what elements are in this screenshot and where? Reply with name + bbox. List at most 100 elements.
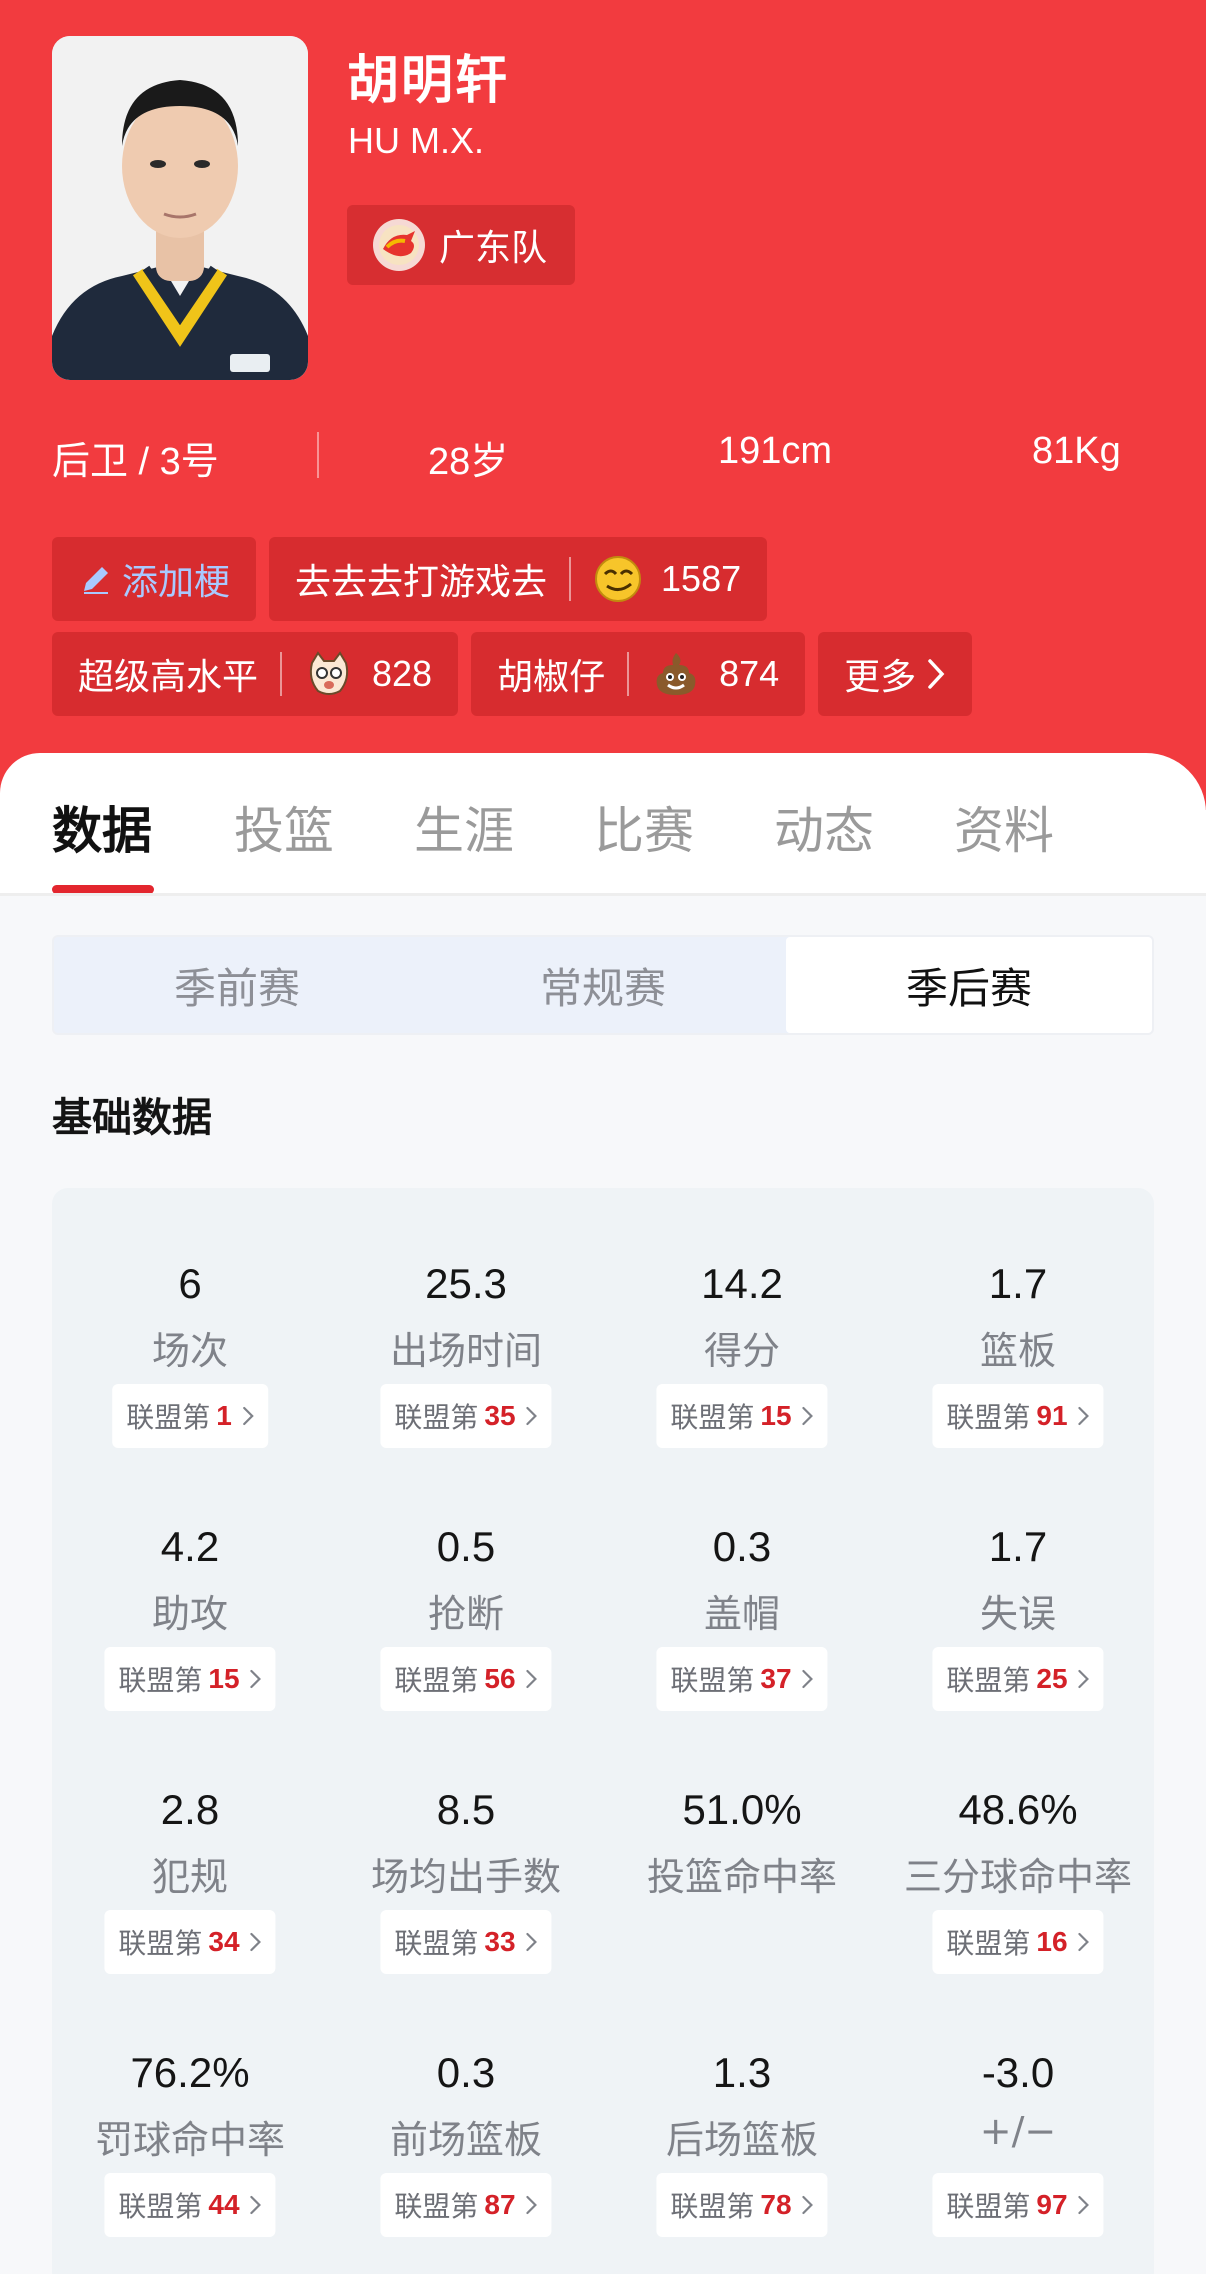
chevron-right-icon (802, 1669, 814, 1689)
chevron-right-icon (526, 2195, 538, 2215)
stat-value: 14.2 (701, 1260, 783, 1307)
rank-number: 1 (216, 1400, 232, 1431)
stat-label: 盖帽 (703, 1592, 780, 1636)
rank-number: 97 (1036, 2189, 1068, 2220)
meme-separator (280, 652, 283, 696)
meme-count: 1587 (661, 558, 742, 599)
rank-number: 34 (208, 1926, 240, 1957)
rank-prefix: 联盟第 (118, 2190, 203, 2223)
tab-career[interactable]: 生涯 (414, 791, 514, 863)
stat-label: 助攻 (151, 1592, 228, 1636)
rank-prefix: 联盟第 (394, 1664, 479, 1697)
league-rank-button[interactable]: 联盟第 78 (656, 2173, 828, 2237)
league-rank-button[interactable]: 联盟第 16 (932, 1910, 1104, 1974)
stat-value: 2.8 (160, 1786, 220, 1833)
stat-value: 0.3 (712, 1523, 772, 1570)
stat-cell: 76.2% 罚球命中率联盟第 44 (52, 2049, 328, 2274)
league-rank-button[interactable]: 联盟第 56 (380, 1647, 552, 1711)
league-rank-button[interactable]: 联盟第 34 (104, 1910, 276, 1974)
stat-cell: 1.3 后场篮板 联盟第 78 (604, 2049, 880, 2274)
stat-value: 25.3 (425, 1260, 507, 1307)
chevron-right-icon (526, 1406, 538, 1426)
rank-number: 37 (760, 1663, 792, 1694)
player-photo[interactable] (52, 36, 308, 380)
rank-prefix: 联盟第 (946, 1401, 1031, 1434)
league-rank-button[interactable]: 联盟第 15 (104, 1647, 276, 1711)
stat-cell: 2.8 犯规联盟第 34 (52, 1786, 328, 2050)
tab-bar: 数据 投篮 生涯 比赛 动态 资料 (0, 773, 1206, 894)
chevron-right-icon (250, 1932, 262, 1952)
position-number: 后卫 / 3号 (52, 441, 219, 483)
meme-tag[interactable]: 去去去打游戏去 1587 (269, 537, 768, 621)
league-rank-button[interactable]: 联盟第 25 (932, 1647, 1104, 1711)
league-rank-button[interactable]: 联盟第 91 (932, 1384, 1104, 1448)
stat-cell: 48.6% 三分球命中率联盟第 16 (880, 1786, 1156, 2050)
rank-number: 33 (484, 1926, 516, 1957)
stat-cell: 8.5 场均出手数联盟第 33 (328, 1786, 604, 2050)
stat-cell: 1.7 篮板 联盟第 91 (880, 1260, 1156, 1524)
stat-label: 三分球命中率 (903, 1855, 1132, 1899)
stat-value: 51.0% (682, 1786, 802, 1833)
chevron-right-icon (1078, 1932, 1090, 1952)
tab-shooting[interactable]: 投篮 (234, 791, 334, 863)
league-rank-button[interactable]: 联盟第 37 (656, 1647, 828, 1711)
stat-cell: -3.0 +/− 联盟第 97 (880, 2049, 1156, 2274)
chevron-right-icon (526, 1932, 538, 1952)
tab-feed[interactable]: 动态 (774, 791, 874, 863)
pencil-icon (84, 567, 108, 594)
rank-prefix: 联盟第 (118, 1927, 203, 1960)
meme-count: 828 (372, 653, 433, 694)
tab-data[interactable]: 数据 (52, 791, 152, 863)
team-chip[interactable]: 广东队 (347, 205, 576, 285)
stat-label: 罚球命中率 (94, 2118, 285, 2162)
tab-games[interactable]: 比赛 (594, 791, 694, 863)
league-rank-button[interactable]: 联盟第 44 (104, 2173, 276, 2237)
meme-text: 去去去打游戏去 (295, 562, 548, 603)
league-rank-button[interactable]: 联盟第 87 (380, 2173, 552, 2237)
league-rank-button[interactable]: 联盟第 33 (380, 1910, 552, 1974)
more-memes-button[interactable]: 更多 (818, 632, 973, 716)
player-name-english: HU M.X. (348, 120, 485, 161)
smirk-emoji-icon (595, 556, 642, 602)
season-regular[interactable]: 常规赛 (420, 937, 786, 1033)
player-bio-row: 后卫 / 3号 28岁 191cm 81Kg (52, 420, 1132, 490)
stat-cell: 4.2 助攻 联盟第 15 (52, 1523, 328, 1787)
player-portrait-image (52, 36, 308, 380)
stat-label: 场均出手数 (370, 1855, 561, 1899)
rank-number: 35 (484, 1400, 516, 1431)
rank-number: 15 (208, 1663, 240, 1694)
meme-row-2: 超级高水平 828 胡椒仔 874 更多 (52, 632, 973, 716)
season-type-switch: 季前赛 常规赛 季后赛 (52, 935, 1154, 1035)
league-rank-button[interactable]: 联盟第 35 (380, 1384, 552, 1448)
player-weight: 81Kg (1032, 430, 1121, 472)
stat-label: 犯规 (151, 1855, 228, 1899)
player-name: 胡明轩 (347, 51, 510, 111)
stat-label: 抢断 (427, 1592, 504, 1636)
chevron-right-icon (1078, 1669, 1090, 1689)
add-meme-button[interactable]: 添加梗 (52, 537, 257, 621)
meme-tag[interactable]: 超级高水平 828 (52, 632, 459, 716)
league-rank-button[interactable]: 联盟第 97 (932, 2173, 1104, 2237)
stat-value: 48.6% (958, 1786, 1078, 1833)
stat-value: 1.7 (988, 1523, 1048, 1570)
stat-value: -3.0 (981, 2049, 1055, 2096)
player-height: 191cm (718, 430, 833, 472)
stat-cell: 6 场次 联盟第 1 (52, 1260, 328, 1524)
stat-value: 76.2% (130, 2049, 250, 2096)
rank-prefix: 联盟第 (394, 1401, 479, 1434)
season-preseason[interactable]: 季前赛 (54, 937, 420, 1033)
league-rank-button[interactable]: 联盟第 1 (112, 1384, 268, 1448)
stat-label: 后场篮板 (665, 2118, 818, 2162)
league-rank-button[interactable]: 联盟第 15 (656, 1384, 828, 1448)
tab-bar-divider (0, 893, 1206, 896)
meme-separator (627, 652, 630, 696)
stat-cell: 0.3 盖帽联盟第 37 (604, 1523, 880, 1787)
meme-tag[interactable]: 胡椒仔 874 (471, 632, 806, 716)
stat-value: 8.5 (436, 1786, 496, 1833)
rank-prefix: 联盟第 (394, 1927, 479, 1960)
rank-prefix: 联盟第 (946, 1664, 1031, 1697)
chevron-right-icon (802, 1406, 814, 1426)
rank-prefix: 联盟第 (670, 2190, 755, 2223)
season-playoffs[interactable]: 季后赛 (786, 937, 1152, 1033)
tab-profile[interactable]: 资料 (954, 791, 1054, 863)
